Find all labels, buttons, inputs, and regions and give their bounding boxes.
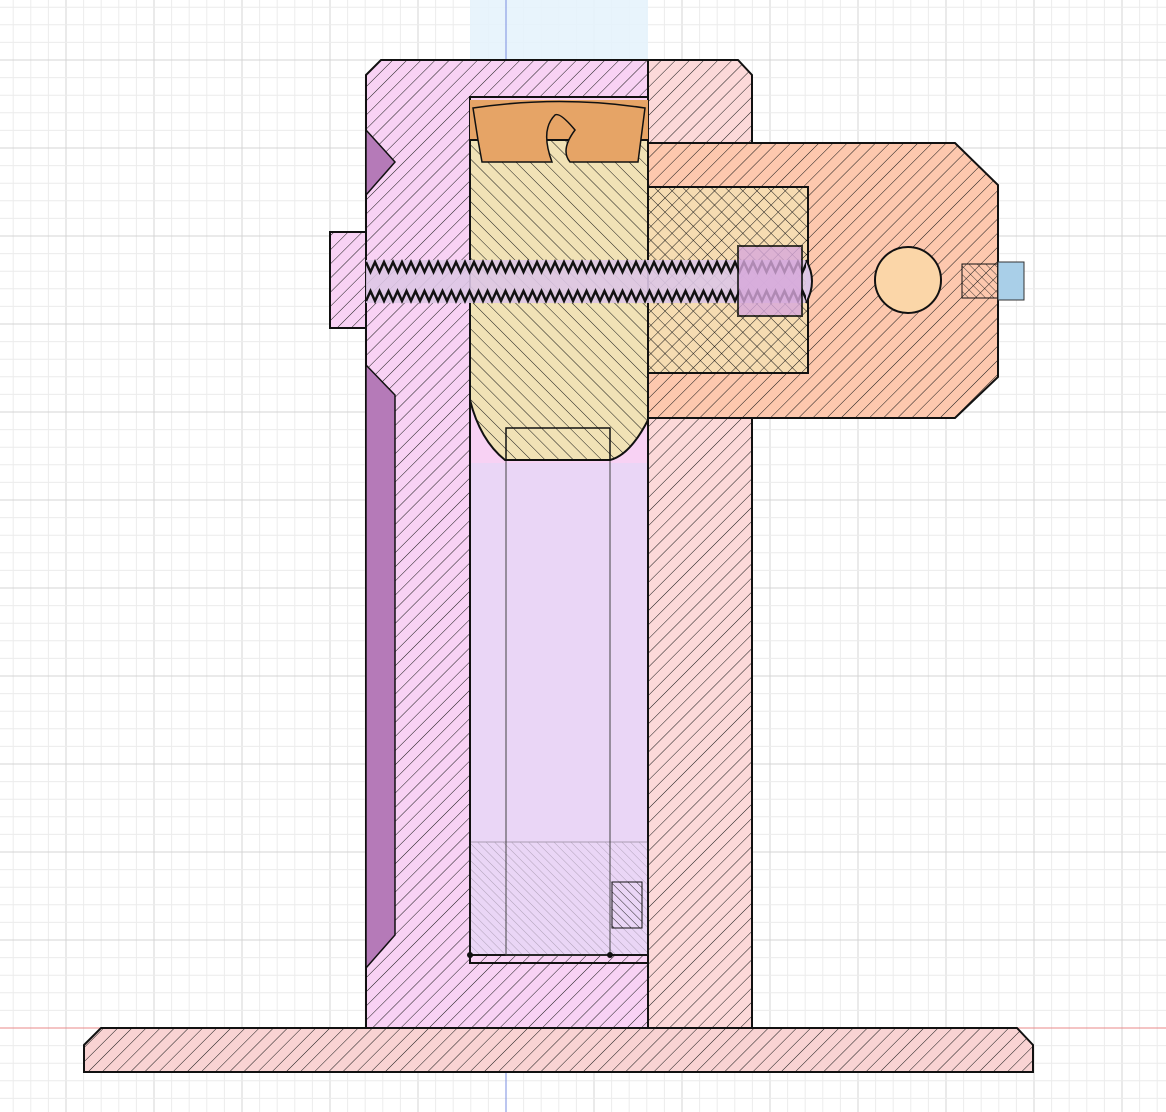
set-screw[interactable] [961,261,1025,301]
pin [874,246,942,314]
selection-highlight [470,0,648,60]
small-thread [611,881,643,929]
knob[interactable] [329,231,367,329]
groove-side [365,363,396,970]
cad-viewport[interactable] [0,0,1166,1112]
nut [737,245,803,317]
section-view-canvas[interactable] [0,0,1166,1112]
base-plate[interactable] [83,1027,1034,1073]
